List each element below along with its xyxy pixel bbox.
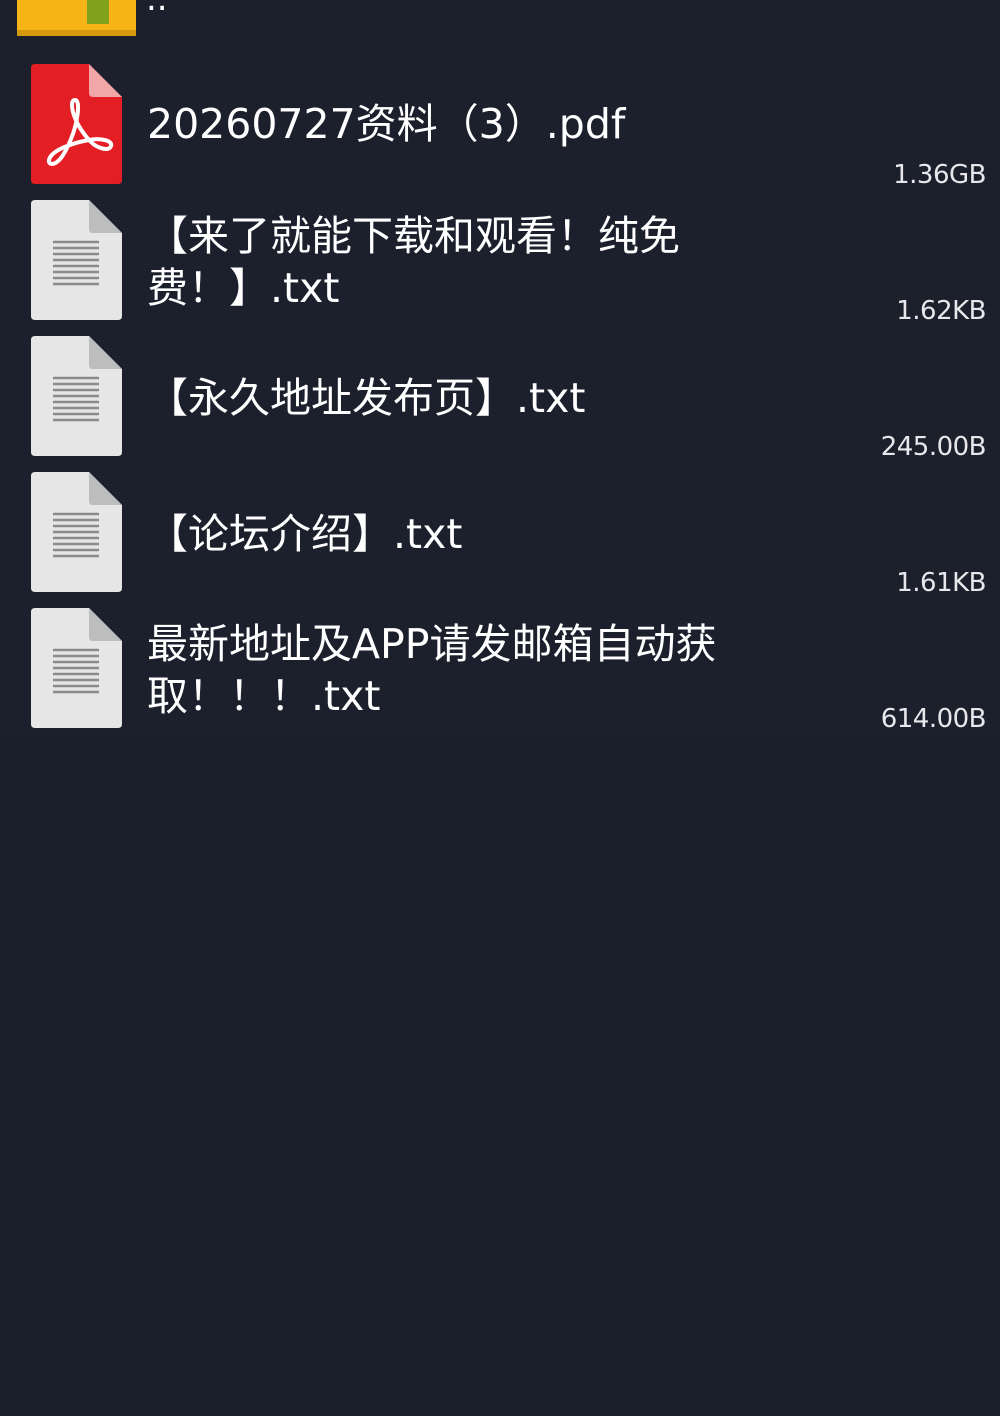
list-item[interactable]: 【论坛介绍】.txt 1.61KB [0, 472, 1000, 608]
file-name: 【来了就能下载和观看！纯免费！】.txt [147, 212, 680, 312]
file-size: 1.62KB [896, 296, 986, 326]
parent-folder-label: .. [146, 0, 168, 16]
file-list: .. 20260727资料（3）.pdf 1.36GB [0, 0, 1000, 738]
text-file-icon [31, 608, 122, 728]
text-file-icon [31, 336, 122, 456]
text-file-icon [31, 472, 122, 592]
file-size: 1.61KB [896, 568, 986, 598]
file-size: 614.00B [880, 704, 987, 734]
list-item[interactable]: 【来了就能下载和观看！纯免费！】.txt 1.62KB [0, 200, 1000, 336]
file-size: 245.00B [880, 432, 987, 462]
folder-icon [17, 0, 136, 36]
file-name: 最新地址及APP请发邮箱自动获取！！！.txt [147, 620, 717, 720]
file-name: 【永久地址发布页】.txt [147, 374, 586, 422]
list-item[interactable]: 最新地址及APP请发邮箱自动获取！！！.txt 614.00B [0, 608, 1000, 744]
file-name: 【论坛介绍】.txt [147, 510, 463, 558]
text-file-icon [31, 200, 122, 320]
file-name: 20260727资料（3）.pdf [147, 100, 626, 148]
list-item[interactable]: 【永久地址发布页】.txt 245.00B [0, 336, 1000, 472]
parent-folder-row[interactable]: .. [0, 0, 1000, 48]
list-item[interactable]: 20260727资料（3）.pdf 1.36GB [0, 64, 1000, 200]
pdf-icon [31, 64, 122, 184]
file-size: 1.36GB [893, 160, 986, 190]
